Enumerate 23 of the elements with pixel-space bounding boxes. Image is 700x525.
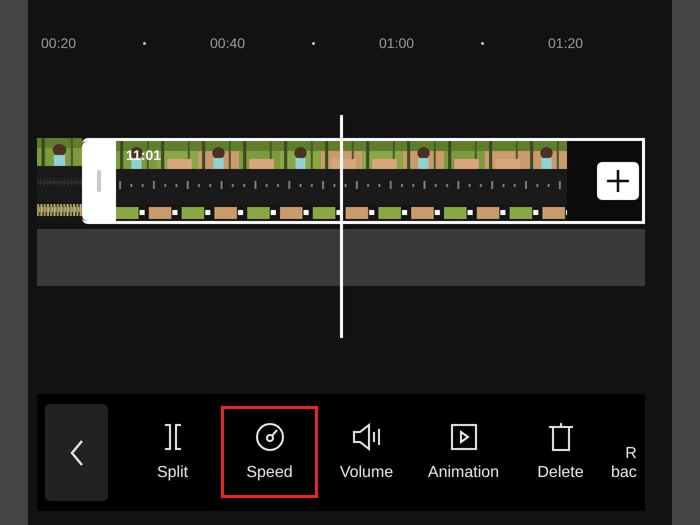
back-button[interactable] — [45, 404, 108, 501]
clip-duration: 11:01 — [126, 147, 162, 163]
add-clip-button[interactable] — [597, 162, 639, 200]
toolbar-button[interactable]: Speed — [221, 406, 318, 498]
plus-icon — [606, 169, 630, 193]
toolbar-button[interactable]: Delete — [512, 406, 609, 498]
tick-dot — [312, 42, 315, 44]
toolbar-button[interactable]: Volume — [318, 406, 415, 498]
time-label: 00:20 — [41, 35, 78, 51]
tick-dot — [143, 42, 146, 44]
playhead[interactable] — [340, 115, 343, 338]
time-label: 01:00 — [379, 35, 416, 51]
speaker-icon — [350, 421, 382, 453]
toolbar-button[interactable]: Animation — [415, 406, 512, 498]
toolbar-button[interactable]: Split — [124, 406, 221, 498]
gauge-icon — [254, 421, 286, 453]
chevron-left-icon — [68, 438, 84, 466]
tick-dot — [481, 42, 484, 44]
time-label: 00:40 — [210, 35, 246, 51]
thumbnail-strip-drawing — [37, 202, 82, 218]
trim-handle[interactable] — [82, 141, 116, 221]
toolbar-button[interactable]: R bac — [609, 406, 645, 498]
time-label: 01:20 — [548, 35, 584, 51]
